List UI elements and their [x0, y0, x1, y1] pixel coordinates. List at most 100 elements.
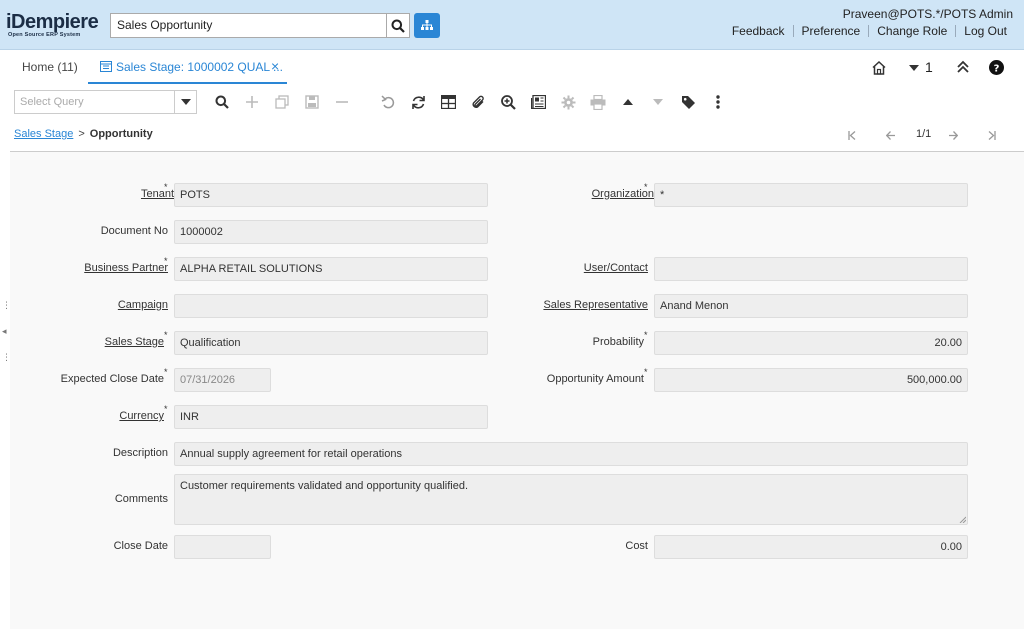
caret-down-icon[interactable] [909, 65, 919, 71]
close-tab-icon[interactable]: × [271, 59, 279, 73]
log-out-link[interactable]: Log Out [955, 25, 1015, 37]
delete-icon[interactable] [334, 94, 350, 110]
business-partner-field[interactable]: ALPHA RETAIL SOLUTIONS [174, 257, 488, 281]
drag-handle-top: ⋮ [2, 300, 11, 310]
collapse-left-icon[interactable]: ◂ [2, 326, 8, 336]
probability-required-marker: * [644, 330, 648, 340]
breadcrumb-separator: > [78, 128, 85, 140]
tab-sales-stage[interactable]: Sales Stage: 1000002 QUAL ... × [88, 51, 287, 84]
more-options-icon[interactable] [710, 94, 726, 110]
comments-textarea[interactable]: Customer requirements validated and oppo… [174, 474, 968, 525]
open-windows-count[interactable]: 1 [925, 59, 933, 75]
idempiere-logo[interactable]: iDempiere Open Source ERP System [6, 12, 108, 38]
record-form: Tenant * POTS Organization * * Document … [10, 152, 1024, 629]
tenant-required-marker: * [164, 182, 168, 192]
close-date-field[interactable] [174, 535, 271, 559]
campaign-label[interactable]: Campaign [118, 299, 168, 311]
next-record-icon[interactable] [949, 131, 958, 140]
sitemap-icon [421, 20, 433, 30]
attachment-icon[interactable] [470, 94, 486, 110]
tab-sales-stage-label: Sales Stage: 1000002 QUAL ... [116, 60, 283, 74]
header-links: Feedback Preference Change Role Log Out [724, 25, 1015, 37]
window-tab-bar: Home (11) Sales Stage: 1000002 QUAL ... … [0, 51, 1024, 85]
left-panel-handles[interactable]: ⋮ ◂ ⋮ [2, 300, 11, 362]
breadcrumb: Sales Stage > Opportunity [14, 128, 153, 140]
select-query-dropdown[interactable]: Select Query [14, 90, 197, 114]
preference-link[interactable]: Preference [792, 25, 869, 37]
document-no-field[interactable]: 1000002 [174, 220, 488, 244]
feedback-link[interactable]: Feedback [724, 25, 793, 37]
expected-close-date-field[interactable]: 07/31/2026 [174, 368, 271, 392]
collapse-icon[interactable] [956, 60, 970, 74]
user-contact-field[interactable] [654, 257, 968, 281]
breadcrumb-parent-link[interactable]: Sales Stage [14, 128, 73, 140]
business-partner-label[interactable]: Business Partner [84, 262, 168, 274]
undo-icon[interactable] [380, 94, 396, 110]
process-gear-icon[interactable] [560, 94, 576, 110]
expected-close-date-required-marker: * [164, 367, 168, 377]
tenant-field[interactable]: POTS [174, 183, 488, 207]
record-counter: 1/1 [916, 128, 932, 140]
cost-label: Cost [625, 540, 648, 552]
sales-stage-required-marker: * [164, 330, 168, 340]
detail-record-icon[interactable] [650, 94, 666, 110]
currency-label[interactable]: Currency [119, 410, 164, 422]
currency-required-marker: * [164, 404, 168, 414]
change-role-link[interactable]: Change Role [868, 25, 955, 37]
close-date-label: Close Date [113, 540, 168, 552]
find-icon[interactable] [214, 94, 230, 110]
probability-field[interactable]: 20.00 [654, 331, 968, 355]
sales-representative-label[interactable]: Sales Representative [543, 299, 648, 311]
menu-tree-button[interactable] [414, 13, 440, 38]
svg-text:?: ? [994, 64, 1000, 75]
global-search-input[interactable]: Sales Opportunity [110, 13, 387, 38]
comments-label: Comments [114, 493, 168, 505]
opportunity-amount-label: Opportunity Amount [546, 373, 644, 385]
user-role-label: Praveen@POTS.*/POTS Admin [842, 7, 1013, 21]
sales-stage-field[interactable]: Qualification [174, 331, 488, 355]
refresh-icon[interactable] [410, 94, 426, 110]
cost-field[interactable]: 0.00 [654, 535, 968, 559]
description-field[interactable]: Annual supply agreement for retail opera… [174, 442, 968, 466]
search-icon [391, 19, 405, 33]
previous-record-icon[interactable] [886, 131, 895, 140]
home-icon[interactable] [871, 60, 887, 76]
window-icon [100, 61, 112, 72]
help-icon[interactable]: ? [989, 60, 1004, 75]
tag-icon[interactable] [680, 94, 696, 110]
organization-field[interactable]: * [654, 183, 968, 207]
business-partner-required-marker: * [164, 256, 168, 266]
logo-main-text: iDempiere [6, 11, 99, 33]
app-header: iDempiere Open Source ERP System Sales O… [0, 0, 1024, 50]
opportunity-amount-required-marker: * [644, 367, 648, 377]
breadcrumb-current: Opportunity [89, 128, 153, 140]
copy-record-icon[interactable] [274, 94, 290, 110]
last-record-icon[interactable] [988, 131, 996, 140]
resize-grip-icon[interactable] [959, 516, 966, 523]
organization-required-marker: * [644, 182, 648, 192]
print-icon[interactable] [590, 94, 606, 110]
tab-home[interactable]: Home (11) [22, 60, 78, 74]
user-contact-label[interactable]: User/Contact [584, 262, 648, 274]
opportunity-amount-field[interactable]: 500,000.00 [654, 368, 968, 392]
document-no-label: Document No [100, 225, 168, 237]
campaign-field[interactable] [174, 294, 488, 318]
window-toolbar: Select Query [0, 86, 1024, 118]
search-button[interactable] [386, 13, 410, 38]
chevron-down-icon [180, 99, 191, 105]
drag-handle-bottom: ⋮ [2, 352, 11, 362]
sales-stage-label[interactable]: Sales Stage [105, 336, 164, 348]
report-icon[interactable] [530, 94, 546, 110]
grid-toggle-icon[interactable] [440, 94, 456, 110]
zoom-across-icon[interactable] [500, 94, 516, 110]
sales-representative-field[interactable]: Anand Menon [654, 294, 968, 318]
save-icon[interactable] [304, 94, 320, 110]
first-record-icon[interactable] [848, 131, 856, 140]
new-record-icon[interactable] [244, 94, 260, 110]
currency-field[interactable]: INR [174, 405, 488, 429]
parent-record-icon[interactable] [620, 94, 636, 110]
select-query-toggle[interactable] [174, 91, 196, 113]
logo-sub-text: Open Source ERP System [8, 32, 81, 38]
select-query-placeholder: Select Query [20, 96, 84, 108]
tenant-label[interactable]: Tenant [141, 188, 174, 200]
